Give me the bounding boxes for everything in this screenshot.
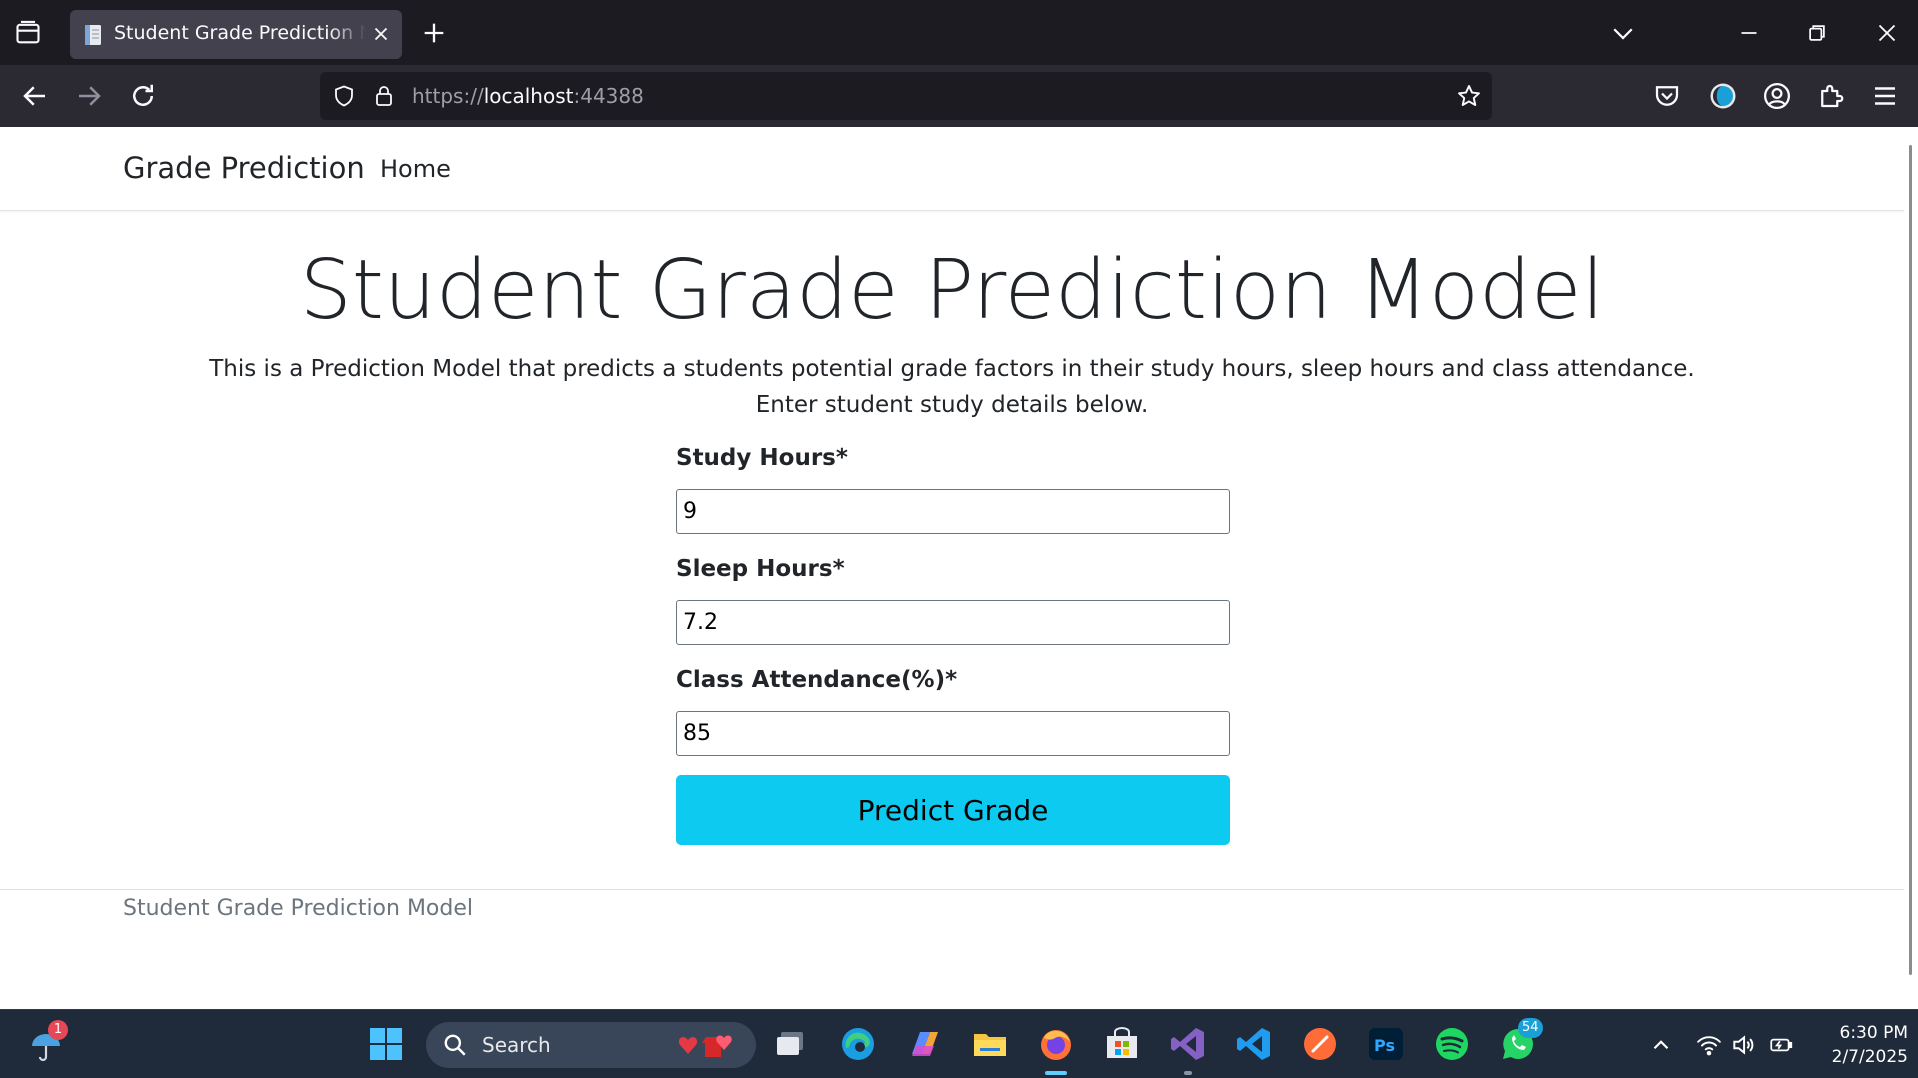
page-footer: Student Grade Prediction Model bbox=[0, 889, 1904, 1009]
lock-icon[interactable] bbox=[372, 84, 396, 108]
tab-title: Student Grade Prediction Model bbox=[114, 22, 366, 44]
windows-start-icon[interactable] bbox=[366, 1024, 406, 1064]
account-icon[interactable] bbox=[1762, 81, 1792, 111]
sleep-hours-label: Sleep Hours* bbox=[676, 556, 845, 582]
extensions-puzzle-icon[interactable] bbox=[1816, 81, 1846, 111]
visual-studio-icon[interactable] bbox=[1168, 1024, 1208, 1064]
nav-home-link[interactable]: Home bbox=[380, 155, 451, 183]
scrollbar-thumb[interactable] bbox=[1909, 145, 1912, 975]
clock-time: 6:30 PM bbox=[1839, 1023, 1909, 1043]
prediction-form: Study Hours* Sleep Hours* Class Attendan… bbox=[676, 445, 1230, 845]
class-attendance-label: Class Attendance(%)* bbox=[676, 667, 958, 693]
visual-studio-open-indicator bbox=[1184, 1071, 1192, 1075]
postman-icon[interactable] bbox=[1300, 1024, 1340, 1064]
predict-grade-button[interactable]: Predict Grade bbox=[676, 775, 1230, 845]
study-hours-label: Study Hours* bbox=[676, 445, 848, 471]
file-explorer-icon[interactable] bbox=[970, 1024, 1010, 1064]
study-hours-input[interactable] bbox=[676, 489, 1230, 534]
pocket-icon[interactable] bbox=[1652, 81, 1682, 111]
bookmark-star-icon[interactable] bbox=[1456, 83, 1482, 109]
instruction-text: Enter student study details below. bbox=[755, 392, 1149, 418]
weather-badge: 1 bbox=[48, 1020, 68, 1040]
search-highlight-hearts-icon bbox=[678, 1028, 742, 1062]
url-scheme: https:// bbox=[412, 84, 484, 108]
microsoft-store-icon[interactable] bbox=[1102, 1024, 1142, 1064]
copilot-icon[interactable] bbox=[904, 1024, 944, 1064]
search-placeholder: Search bbox=[482, 1033, 551, 1057]
browser-tab[interactable]: Student Grade Prediction Model bbox=[70, 10, 402, 59]
wifi-icon[interactable] bbox=[1696, 1032, 1722, 1058]
chevron-down-icon[interactable] bbox=[1608, 18, 1638, 48]
battery-charging-icon[interactable] bbox=[1768, 1032, 1794, 1058]
url-text[interactable]: https://localhost:44388 bbox=[412, 84, 644, 108]
address-bar[interactable]: https://localhost:44388 bbox=[320, 72, 1492, 120]
whatsapp-badge: 54 bbox=[1518, 1018, 1543, 1038]
page-title: Student Grade Prediction Model bbox=[299, 243, 1605, 338]
menu-hamburger-icon[interactable] bbox=[1870, 81, 1900, 111]
list-all-tabs-icon[interactable] bbox=[14, 19, 42, 47]
extension-moon-icon[interactable] bbox=[1708, 81, 1738, 111]
site-navbar: Grade Prediction Home bbox=[0, 127, 1904, 211]
reload-icon[interactable] bbox=[128, 81, 158, 111]
restore-icon[interactable] bbox=[1802, 18, 1832, 48]
firefox-active-indicator bbox=[1045, 1071, 1067, 1075]
chevron-up-icon[interactable] bbox=[1648, 1032, 1674, 1058]
clock-date: 2/7/2025 bbox=[1831, 1047, 1908, 1067]
close-tab-icon[interactable] bbox=[370, 23, 392, 45]
brand-link[interactable]: Grade Prediction bbox=[123, 151, 365, 185]
page-scrollbar[interactable] bbox=[1904, 127, 1918, 1009]
photoshop-icon[interactable]: Ps bbox=[1366, 1024, 1406, 1064]
page-favicon-icon bbox=[82, 23, 106, 47]
edge-browser-icon[interactable] bbox=[838, 1024, 878, 1064]
browser-tabstrip: Student Grade Prediction Model bbox=[0, 0, 1918, 65]
back-icon[interactable] bbox=[20, 81, 50, 111]
close-window-icon[interactable] bbox=[1872, 18, 1902, 48]
description-text: This is a Prediction Model that predicts… bbox=[209, 356, 1695, 382]
page-description: This is a Prediction Model that predicts… bbox=[0, 351, 1904, 423]
firefox-icon[interactable] bbox=[1036, 1024, 1076, 1064]
task-view-icon[interactable] bbox=[772, 1024, 812, 1064]
search-icon bbox=[442, 1032, 468, 1058]
taskbar-search[interactable]: Search bbox=[426, 1022, 756, 1068]
browser-toolbar: https://localhost:44388 bbox=[0, 65, 1918, 127]
taskbar-clock[interactable]: 6:30 PM 2/7/2025 bbox=[1808, 1021, 1908, 1069]
spotify-icon[interactable] bbox=[1432, 1024, 1472, 1064]
taskbar: 1 Search Ps 54 6:30 PM 2/7/2025 bbox=[0, 1009, 1918, 1078]
footer-text: Student Grade Prediction Model bbox=[123, 896, 474, 921]
class-attendance-input[interactable] bbox=[676, 711, 1230, 756]
new-tab-icon[interactable] bbox=[420, 19, 448, 47]
url-port: :44388 bbox=[573, 84, 644, 108]
forward-icon[interactable] bbox=[74, 81, 104, 111]
vscode-icon[interactable] bbox=[1234, 1024, 1274, 1064]
sleep-hours-input[interactable] bbox=[676, 600, 1230, 645]
volume-icon[interactable] bbox=[1730, 1032, 1756, 1058]
svg-text:Ps: Ps bbox=[1374, 1036, 1395, 1055]
web-page: Grade Prediction Home Student Grade Pred… bbox=[0, 127, 1904, 1009]
url-host: localhost bbox=[483, 84, 574, 108]
tracking-protection-shield-icon[interactable] bbox=[332, 84, 356, 108]
minimize-icon[interactable] bbox=[1734, 18, 1764, 48]
